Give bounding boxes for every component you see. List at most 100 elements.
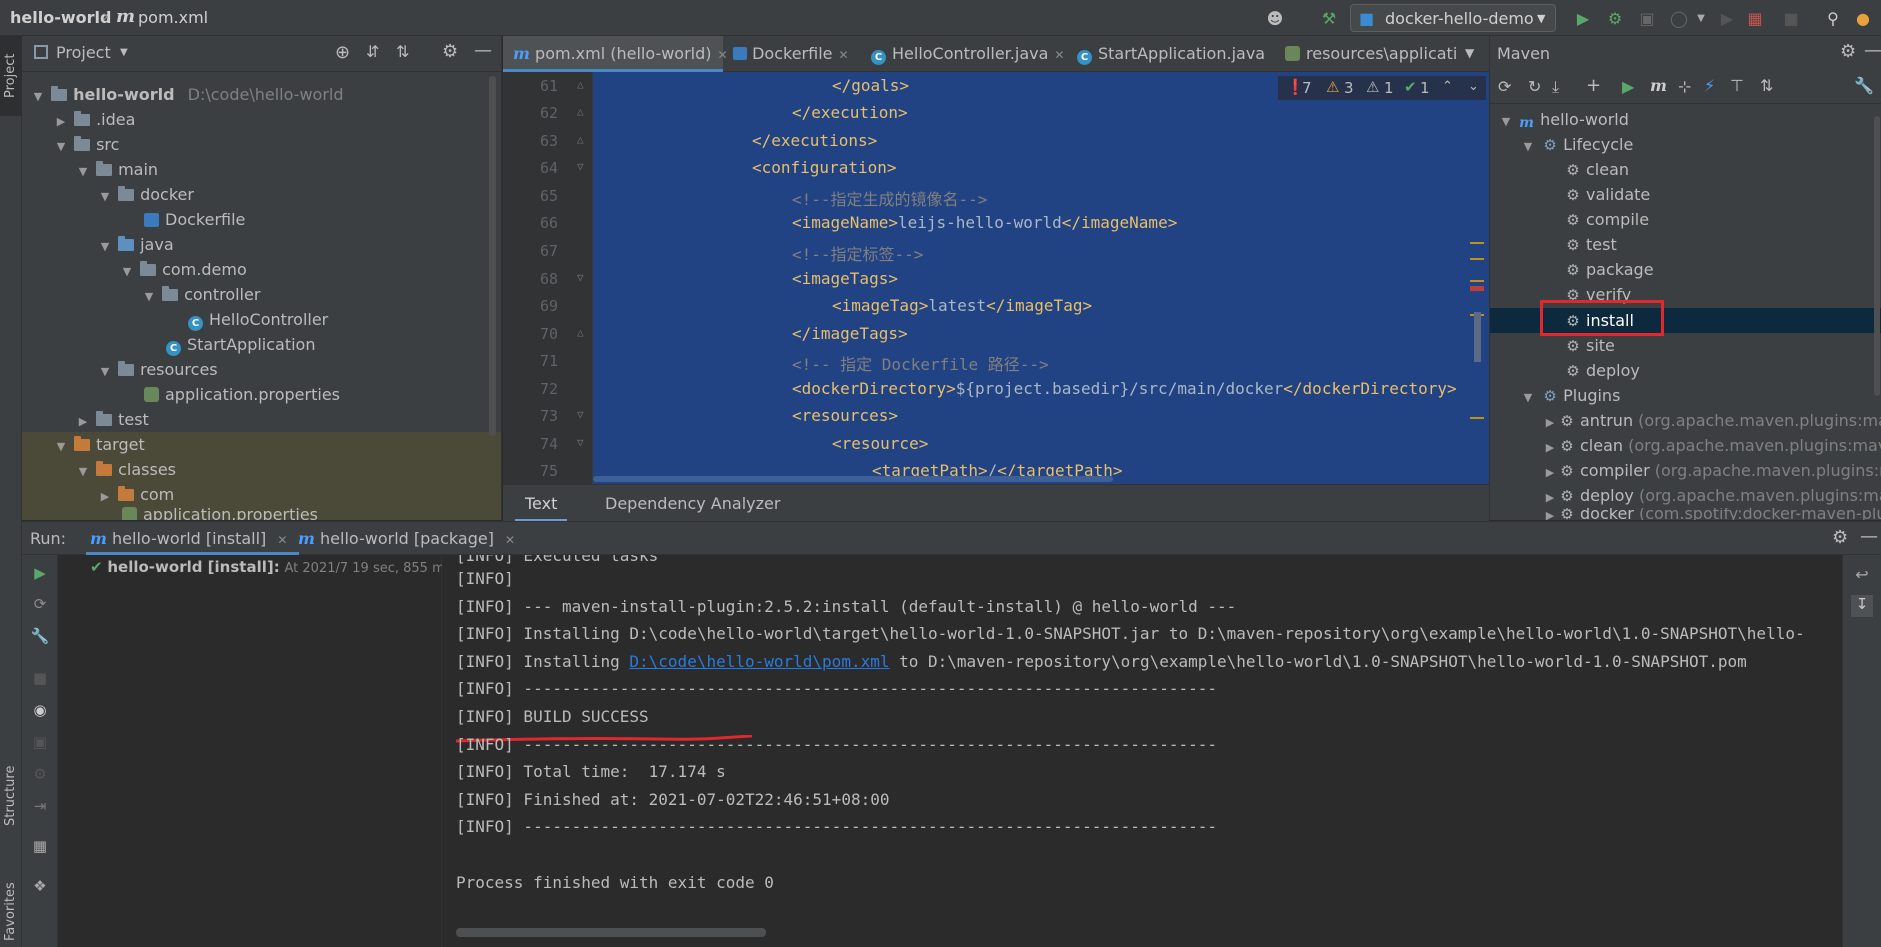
reimport-folder-icon[interactable]: ↻: [1528, 77, 1541, 96]
fold-marker-icon[interactable]: △: [577, 78, 584, 91]
chevron-right-icon[interactable]: ▶: [53, 109, 69, 134]
fold-marker-icon[interactable]: ▽: [577, 408, 584, 421]
search-icon[interactable]: ⚲: [1822, 7, 1844, 29]
pin-icon[interactable]: ❖: [30, 877, 50, 897]
run-tree-item[interactable]: ✔ hello-world [install]: At 2021/7 19 se…: [90, 558, 452, 576]
tree-item-com[interactable]: ▶ com: [22, 482, 501, 507]
horizontal-scrollbar[interactable]: [593, 476, 1113, 482]
run-console[interactable]: [INFO] Executed tasks [INFO] [INFO] --- …: [442, 555, 1842, 947]
chevron-down-icon[interactable]: ▼: [119, 259, 135, 284]
debug-icon[interactable]: ⚙: [30, 765, 50, 785]
tabs-dropdown-icon[interactable]: ▼: [1465, 46, 1474, 60]
chevron-down-icon[interactable]: ▼: [1498, 109, 1514, 134]
resume-icon[interactable]: ▶: [1716, 7, 1738, 29]
tree-item-test[interactable]: ▶ test: [75, 407, 149, 432]
fold-marker-icon[interactable]: ▽: [577, 271, 584, 284]
warning-marker[interactable]: [1470, 417, 1484, 419]
run-configuration-selector[interactable]: ■ docker-hello-demo ▼: [1350, 4, 1556, 32]
exit-icon[interactable]: ⇥: [30, 797, 50, 817]
coverage-icon[interactable]: ▣: [1636, 7, 1658, 29]
run-tab-install[interactable]: m hello-world [install] ✕: [86, 522, 300, 555]
chevron-down-icon[interactable]: ▼: [97, 184, 113, 209]
plugin-item-deploy[interactable]: ▶⚙ deploy (org.apache.maven.plugins:mave: [1542, 483, 1881, 508]
error-marker[interactable]: [1470, 286, 1484, 291]
skip-tests-icon[interactable]: ⚡: [1704, 76, 1715, 95]
execute-goal-icon[interactable]: m: [1650, 76, 1667, 95]
scroll-to-end-icon[interactable]: ↧: [1851, 595, 1873, 617]
user-icon[interactable]: ☻: [1264, 7, 1286, 29]
code-editor[interactable]: </goals> </execution> </executions> <con…: [593, 72, 1489, 484]
maven-lifecycle-node[interactable]: ▼ ⚙ Lifecycle: [1520, 132, 1634, 157]
tree-item-docker[interactable]: ▼ docker: [97, 182, 194, 207]
stop-icon[interactable]: ■: [30, 669, 50, 689]
tab-dockerfile[interactable]: Dockerfile ✕: [733, 36, 861, 72]
warning-marker[interactable]: [1470, 242, 1484, 244]
tree-item-main[interactable]: ▼ main: [75, 157, 158, 182]
close-icon[interactable]: ✕: [838, 48, 848, 62]
gear-icon[interactable]: ⚙: [442, 41, 458, 62]
chevron-right-icon[interactable]: ▶: [1542, 435, 1558, 460]
fold-marker-icon[interactable]: ▽: [577, 436, 584, 449]
fold-marker-icon[interactable]: △: [577, 105, 584, 118]
lifecycle-item-clean[interactable]: ⚙ clean: [1564, 157, 1629, 182]
chevron-right-icon[interactable]: ▶: [1542, 485, 1558, 510]
download-icon[interactable]: ⤓: [1552, 77, 1559, 97]
plugin-item-compiler[interactable]: ▶ ⚙ compiler (org.apache.maven.plugins:ma: [1542, 458, 1881, 483]
chevron-right-icon[interactable]: ▶: [1542, 410, 1558, 435]
tree-item-hellocontroller[interactable]: C HelloController: [188, 307, 328, 332]
hide-icon[interactable]: —: [474, 40, 492, 61]
tree-item-controller[interactable]: ▼ controller: [141, 282, 261, 309]
project-view-title[interactable]: Project: [56, 43, 111, 62]
chevron-down-icon[interactable]: ▼: [141, 284, 157, 309]
tab-text[interactable]: Text: [515, 485, 568, 522]
close-icon[interactable]: ✕: [1054, 48, 1064, 62]
eye-icon[interactable]: ◉: [30, 701, 50, 721]
tree-item-target-properties[interactable]: application.properties: [22, 507, 501, 520]
tree-item-application-properties[interactable]: application.properties: [144, 382, 340, 407]
chevron-down-icon[interactable]: ▼: [53, 434, 69, 459]
build-hammer-icon[interactable]: ⚒: [1318, 7, 1340, 29]
tree-item-hello-world[interactable]: ▼ hello-world D:\code\hello-world: [30, 82, 344, 107]
chevron-down-icon[interactable]: ▼: [53, 134, 69, 159]
soft-wrap-icon[interactable]: ↩: [1851, 565, 1873, 587]
chevron-down-icon[interactable]: ▼: [75, 459, 91, 484]
hide-icon[interactable]: —: [1864, 40, 1881, 61]
inspection-widget[interactable]: ❗ 7 ⚠ 3 ⚠ 1 ✔ 1 ⌃ ⌄: [1278, 76, 1486, 100]
run-icon[interactable]: ▶: [1572, 7, 1594, 29]
pom-file-link[interactable]: D:\code\hello-world\pom.xml: [629, 652, 889, 671]
tree-item-src[interactable]: ▼ src: [53, 132, 120, 159]
breadcrumb-project[interactable]: hello-world: [10, 8, 111, 27]
chevron-down-icon[interactable]: ▼: [97, 359, 113, 384]
wrench-icon[interactable]: 🔧: [30, 627, 50, 647]
tree-item-resources[interactable]: ▼ resources: [97, 357, 218, 382]
camera-icon[interactable]: ▣: [30, 733, 50, 753]
locate-icon[interactable]: ⊕: [335, 42, 350, 63]
add-icon[interactable]: +: [1586, 75, 1601, 96]
close-icon[interactable]: ✕: [1271, 48, 1273, 62]
project-scrollbar[interactable]: [489, 76, 496, 436]
gear-icon[interactable]: ⚙: [1840, 41, 1856, 62]
plugin-item-antrun[interactable]: ▶⚙ antrun (org.apache.maven.plugins:maven: [1542, 408, 1881, 433]
project-stripe-button[interactable]: Project: [0, 36, 22, 116]
chevron-right-icon[interactable]: ▶: [1542, 510, 1558, 521]
console-horizontal-scrollbar[interactable]: [456, 928, 766, 937]
layout-icon[interactable]: ▦: [30, 837, 50, 857]
lifecycle-item-validate[interactable]: ⚙ validate: [1564, 182, 1650, 207]
tree-item-java[interactable]: ▼ java: [97, 232, 174, 257]
warning-marker[interactable]: [1470, 280, 1484, 282]
maven-scrollbar[interactable]: [1874, 116, 1880, 396]
chevron-right-icon[interactable]: ▶: [75, 409, 91, 434]
maven-plugins-node[interactable]: ▼ ⚙ Plugins: [1520, 383, 1621, 408]
rerun-icon[interactable]: ▶: [30, 564, 50, 584]
lifecycle-item-compile[interactable]: ⚙ compile: [1564, 207, 1649, 232]
close-icon[interactable]: ✕: [718, 48, 728, 62]
tree-item-dockerfile[interactable]: Dockerfile: [144, 207, 245, 232]
collapse-all-icon[interactable]: ⇅: [396, 42, 409, 61]
toggle-offline-icon[interactable]: ⊹: [1678, 77, 1691, 96]
favorites-stripe-label[interactable]: Favorites: [3, 882, 18, 941]
updates-icon[interactable]: ●: [1852, 7, 1874, 29]
tab-resources-application[interactable]: resources\applicati: [1285, 36, 1465, 72]
chevron-down-icon[interactable]: ▼: [120, 47, 128, 58]
hide-icon[interactable]: —: [1860, 526, 1878, 547]
show-dependencies-icon[interactable]: ⊤: [1730, 76, 1744, 95]
